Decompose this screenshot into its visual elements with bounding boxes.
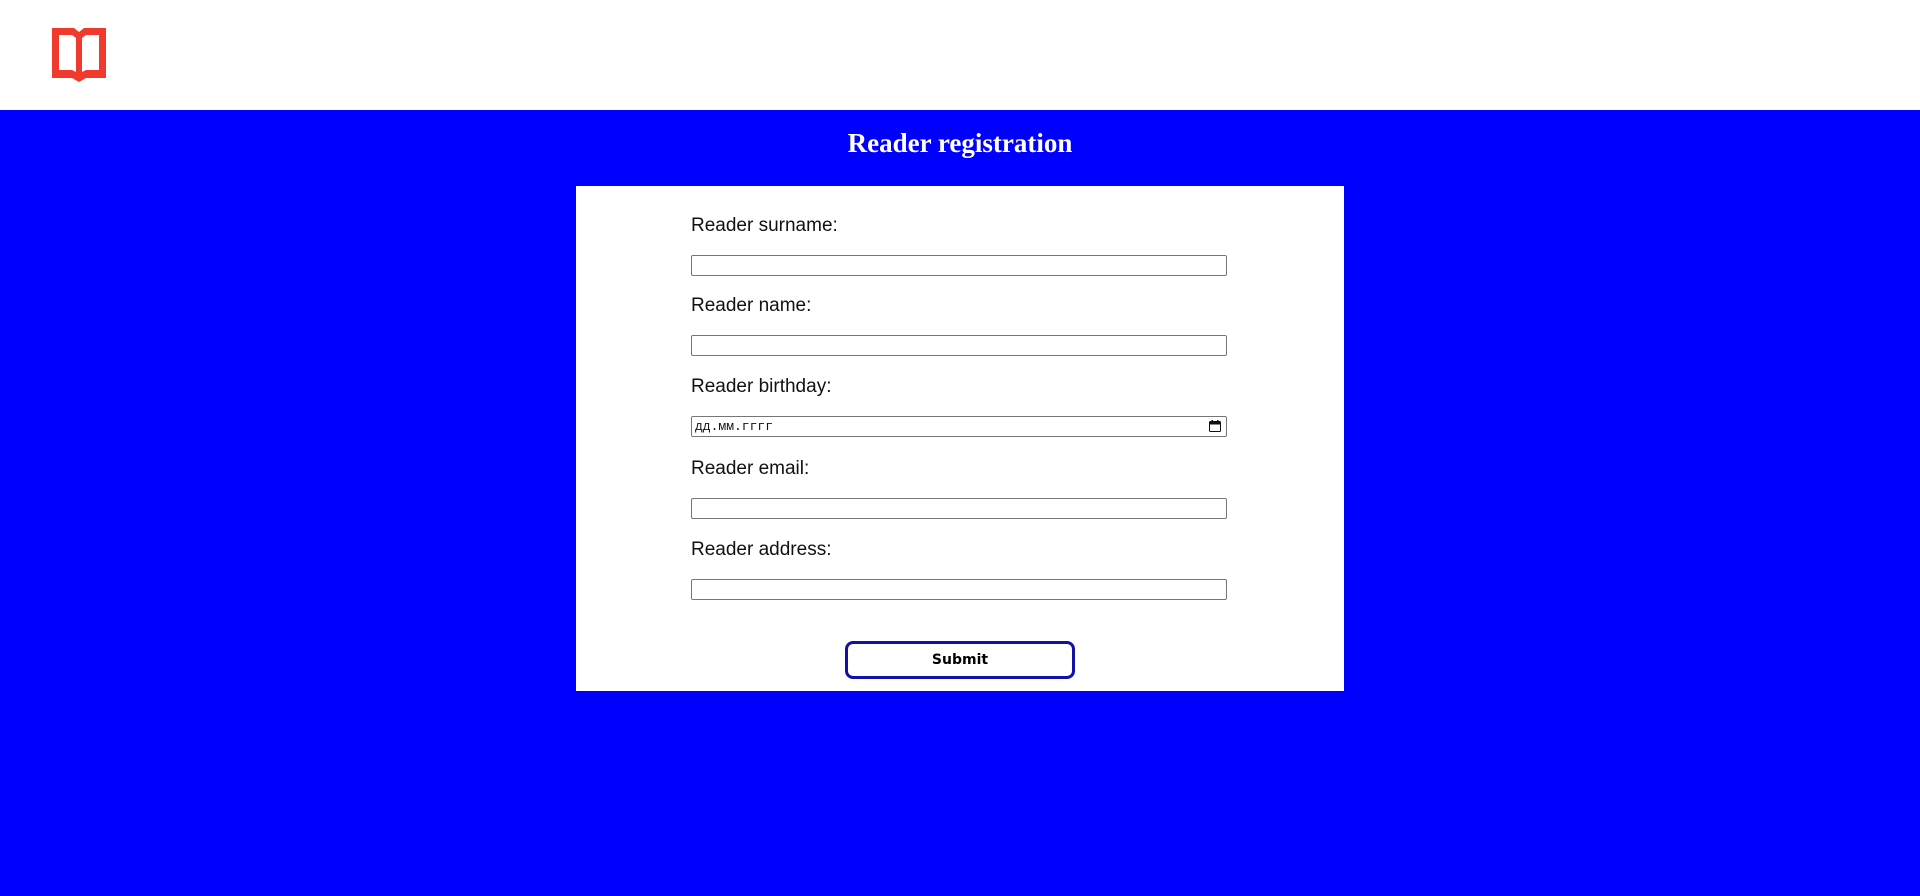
page-title: Reader registration [847, 128, 1073, 158]
name-input[interactable] [691, 335, 1227, 356]
open-book-icon[interactable] [52, 28, 106, 82]
birthday-label: Reader birthday: [691, 376, 832, 397]
submit-button[interactable]: Submit [845, 641, 1075, 679]
calendar-icon[interactable] [1209, 420, 1221, 432]
birthday-input[interactable]: дд.мм.гггг [691, 416, 1227, 437]
email-label: Reader email: [691, 458, 810, 479]
name-label: Reader name: [691, 295, 812, 316]
address-label: Reader address: [691, 539, 832, 560]
address-input[interactable] [691, 579, 1227, 600]
registration-form: Reader surname: Reader name: Reader birt… [576, 186, 1344, 691]
header [0, 0, 1920, 110]
surname-input[interactable] [691, 255, 1227, 276]
surname-label: Reader surname: [691, 215, 838, 236]
birthday-placeholder: дд.мм.гггг [695, 419, 774, 434]
email-input[interactable] [691, 498, 1227, 519]
